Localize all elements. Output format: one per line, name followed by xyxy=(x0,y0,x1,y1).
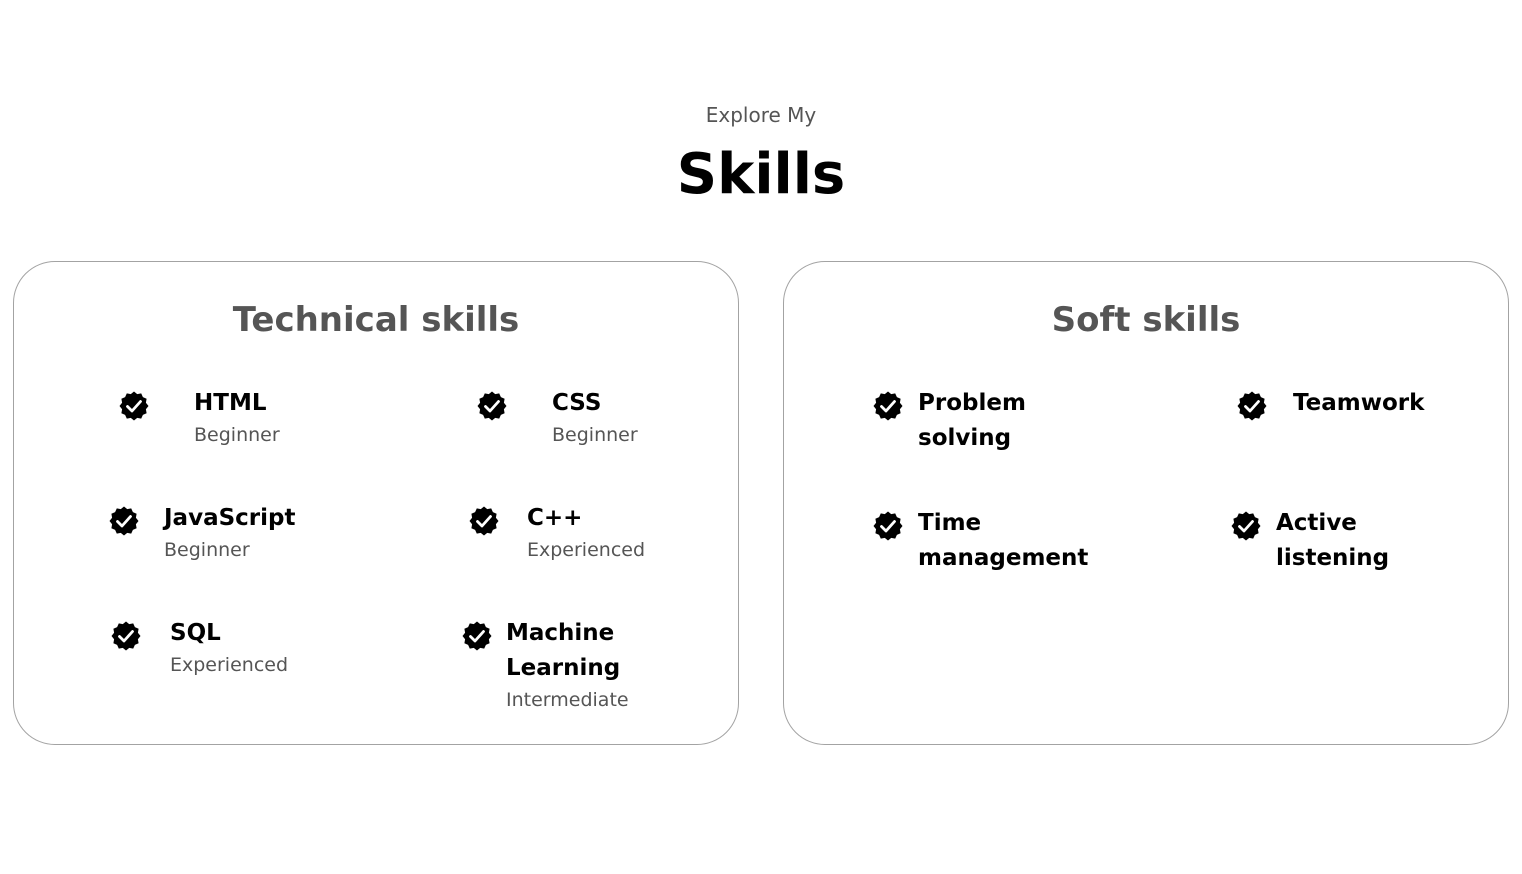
verified-check-icon xyxy=(118,390,150,422)
section-subtitle: Explore My xyxy=(705,103,817,127)
skill-name: JavaScript xyxy=(164,505,296,531)
skill-name-line2: solving xyxy=(918,425,1012,451)
skill-level: Beginner xyxy=(552,424,638,446)
skill-level: Intermediate xyxy=(506,689,629,711)
skill-name-line1: Machine xyxy=(506,620,615,646)
technical-skills-card: Technical skills HTML Beginner CSS Begin… xyxy=(13,261,739,745)
skill-name: CSS xyxy=(552,390,602,416)
skill-level: Experienced xyxy=(527,539,646,561)
skill-level: Beginner xyxy=(194,424,280,446)
verified-check-icon xyxy=(476,390,508,422)
skill-name-line1: Time xyxy=(918,510,982,536)
skill-name-line2: listening xyxy=(1276,545,1390,571)
skill-name-line1: Active xyxy=(1276,510,1357,536)
skill-name-line2: management xyxy=(918,545,1089,571)
skill-name-line2: Learning xyxy=(506,655,621,681)
skill-level: Experienced xyxy=(170,654,289,676)
verified-check-icon xyxy=(1236,390,1268,422)
skill-name: Teamwork xyxy=(1293,390,1425,416)
skill-name-line1: Problem xyxy=(918,390,1026,416)
skill-name: SQL xyxy=(170,620,221,646)
verified-check-icon xyxy=(461,620,493,652)
verified-check-icon xyxy=(1230,510,1262,542)
skill-name: C++ xyxy=(527,505,583,531)
card-title: Technical skills xyxy=(232,300,520,340)
section-title: Skills xyxy=(676,142,846,207)
skill-name: HTML xyxy=(194,390,267,416)
skill-level: Beginner xyxy=(164,539,250,561)
verified-check-icon xyxy=(872,390,904,422)
verified-check-icon xyxy=(468,505,500,537)
card-title: Soft skills xyxy=(1051,300,1241,340)
verified-check-icon xyxy=(108,505,140,537)
verified-check-icon xyxy=(872,510,904,542)
verified-check-icon xyxy=(110,620,142,652)
soft-skills-card: Soft skills Problem solving Teamwork Tim… xyxy=(783,261,1509,745)
